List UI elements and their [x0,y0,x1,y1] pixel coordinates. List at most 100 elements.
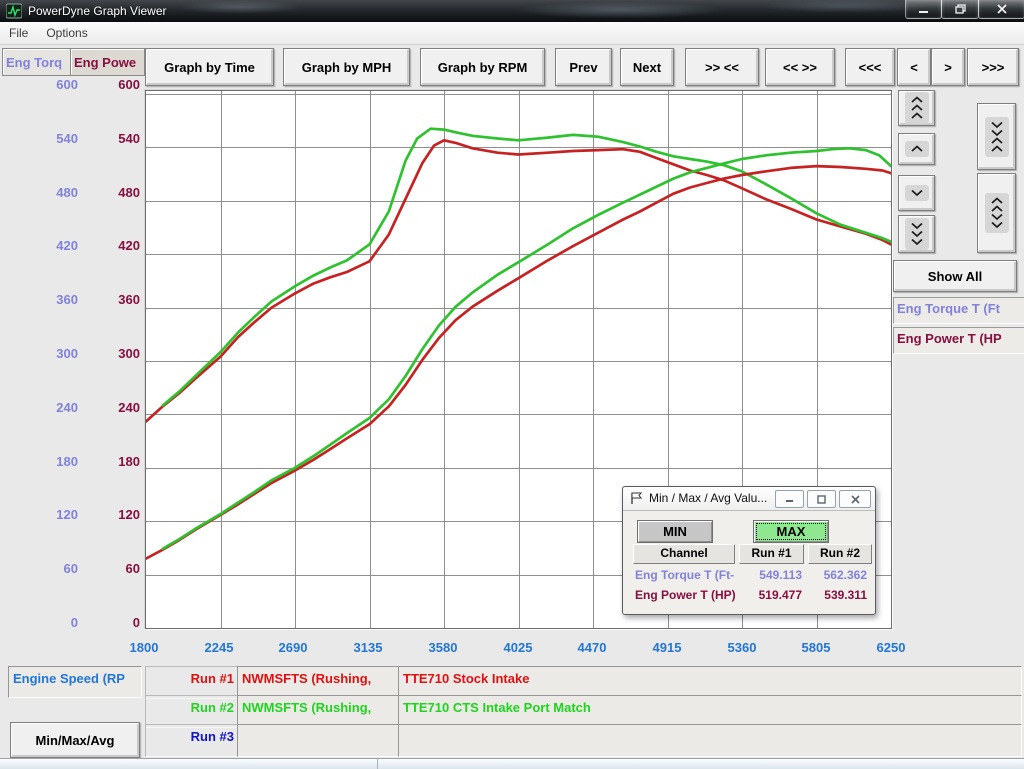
collapse-vertical-button[interactable] [977,103,1016,170]
channel-tab-torque[interactable]: Eng Torq [2,48,73,76]
power-channel-label[interactable]: Eng Power T (HP [893,327,1024,354]
x-tick-2690: 2690 [261,640,325,656]
run-name-3[interactable] [237,724,401,757]
close-icon [851,495,860,504]
prev-button[interactable]: Prev [555,48,612,86]
chevron-up-button[interactable] [898,133,935,165]
minmax-minimize-button[interactable] [775,490,804,508]
y-tick-power-180: 180 [90,454,140,470]
close-button[interactable] [978,0,1024,19]
x-tick-6250: 6250 [859,640,923,656]
zoom-in-button[interactable]: >> << [685,48,759,86]
chevron-down-button[interactable] [898,175,935,211]
y-tick-torque-0: 0 [28,615,78,631]
minimize-button[interactable] [905,0,942,19]
minmax-channel-name: Eng Torque T (Ft- [635,568,739,582]
x-tick-3135: 3135 [336,640,400,656]
y-tick-power-600: 600 [90,77,140,93]
menu-bar: FileOptions [0,22,1024,45]
close-icon [997,4,1007,14]
y-tick-torque-240: 240 [28,400,78,416]
triple-chevron-down-button[interactable] [898,215,935,253]
column-header-channel: Channel [633,544,735,564]
show-all-button[interactable]: Show All [893,260,1017,292]
y-tick-power-360: 360 [90,292,140,308]
graph-by-rpm-button[interactable]: Graph by RPM [420,48,545,86]
collapse-vertical-icon [985,117,1009,157]
y-tick-power-60: 60 [90,561,140,577]
minmax-close-button[interactable] [839,490,871,508]
x-tick-3580: 3580 [411,640,475,656]
y-tick-torque-120: 120 [28,507,78,523]
y-tick-torque-600: 600 [28,77,78,93]
minmax-window-icon [630,491,644,505]
y-tick-torque-60: 60 [28,561,78,577]
y-tick-torque-420: 420 [28,238,78,254]
graph-by-time-button[interactable]: Graph by Time [145,48,274,86]
triple-chevron-up-button[interactable] [898,90,935,126]
y-tick-torque-540: 540 [28,131,78,147]
triple-chevron-up-icon [905,92,929,124]
triple-chevron-down-icon [905,218,929,250]
x-tick-4470: 4470 [560,640,624,656]
chevron-up-icon [905,141,929,157]
expand-vertical-icon [985,193,1009,233]
run-label-3: Run #3 [145,724,241,757]
expand-vertical-button[interactable] [977,173,1016,253]
run-desc-3[interactable] [398,724,1022,757]
y-tick-power-300: 300 [90,346,140,362]
x-channel-label[interactable]: Engine Speed (RP [8,666,142,698]
app-icon [6,3,22,19]
y-tick-power-240: 240 [90,400,140,416]
minmax-row-1: Eng Torque T (Ft-549.113562.362 [623,568,875,586]
scroll-right-button[interactable]: > [931,48,965,86]
minmax-window: Min / Max / Avg Valu... MIN MAX Channel … [622,486,876,615]
graph-by-mph-button[interactable]: Graph by MPH [283,48,410,86]
y-tick-power-540: 540 [90,131,140,147]
y-tick-power-0: 0 [90,615,140,631]
scroll-left-button[interactable]: < [897,48,931,86]
title-bar[interactable]: PowerDyne Graph Viewer [0,0,1024,23]
y-tick-power-420: 420 [90,238,140,254]
x-tick-5805: 5805 [784,640,848,656]
y-tick-power-120: 120 [90,507,140,523]
x-tick-4915: 4915 [635,640,699,656]
x-tick-2245: 2245 [187,640,251,656]
x-tick-4025: 4025 [486,640,550,656]
minmax-run1-value: 549.113 [733,568,802,582]
taskbar-strip [0,758,1024,769]
menu-options[interactable]: Options [37,22,96,44]
minmax-run2-value: 562.362 [805,568,867,582]
zoom-out-button[interactable]: << >> [765,48,835,86]
min-toggle-button[interactable]: MIN [637,520,713,543]
column-header-run1: Run #1 [739,544,804,564]
maximize-icon [817,495,826,504]
minimize-icon [918,5,929,14]
y-tick-power-480: 480 [90,185,140,201]
scroll-far-right-button[interactable]: >>> [967,48,1019,86]
channel-tab-power[interactable]: Eng Powe [70,48,145,76]
restore-button[interactable] [941,0,979,19]
menu-file[interactable]: File [0,22,37,44]
minmax-window-title: Min / Max / Avg Valu... [649,491,767,505]
y-tick-torque-480: 480 [28,185,78,201]
max-toggle-button[interactable]: MAX [753,520,829,543]
curve-run1-torque [146,140,891,421]
y-tick-torque-180: 180 [28,454,78,470]
minmax-maximize-button[interactable] [807,490,836,508]
min-max-avg-button[interactable]: Min/Max/Avg [10,722,140,758]
x-tick-5360: 5360 [710,640,774,656]
minmax-run1-value: 519.477 [733,588,802,602]
minmax-row-2: Eng Power T (HP)519.477539.311 [623,588,875,606]
chevron-down-icon [905,185,929,201]
torque-channel-label[interactable]: Eng Torque T (Ft [893,297,1024,324]
y-tick-torque-360: 360 [28,292,78,308]
y-tick-torque-300: 300 [28,346,78,362]
minmax-title-bar[interactable]: Min / Max / Avg Valu... [623,487,875,511]
restore-icon [955,4,966,14]
minmax-channel-name: Eng Power T (HP) [635,588,739,602]
app-window: PowerDyne Graph Viewer FileOptions Eng T… [0,0,1024,768]
next-button[interactable]: Next [620,48,674,86]
scroll-far-left-button[interactable]: <<< [845,48,895,86]
minmax-run2-value: 539.311 [805,588,867,602]
